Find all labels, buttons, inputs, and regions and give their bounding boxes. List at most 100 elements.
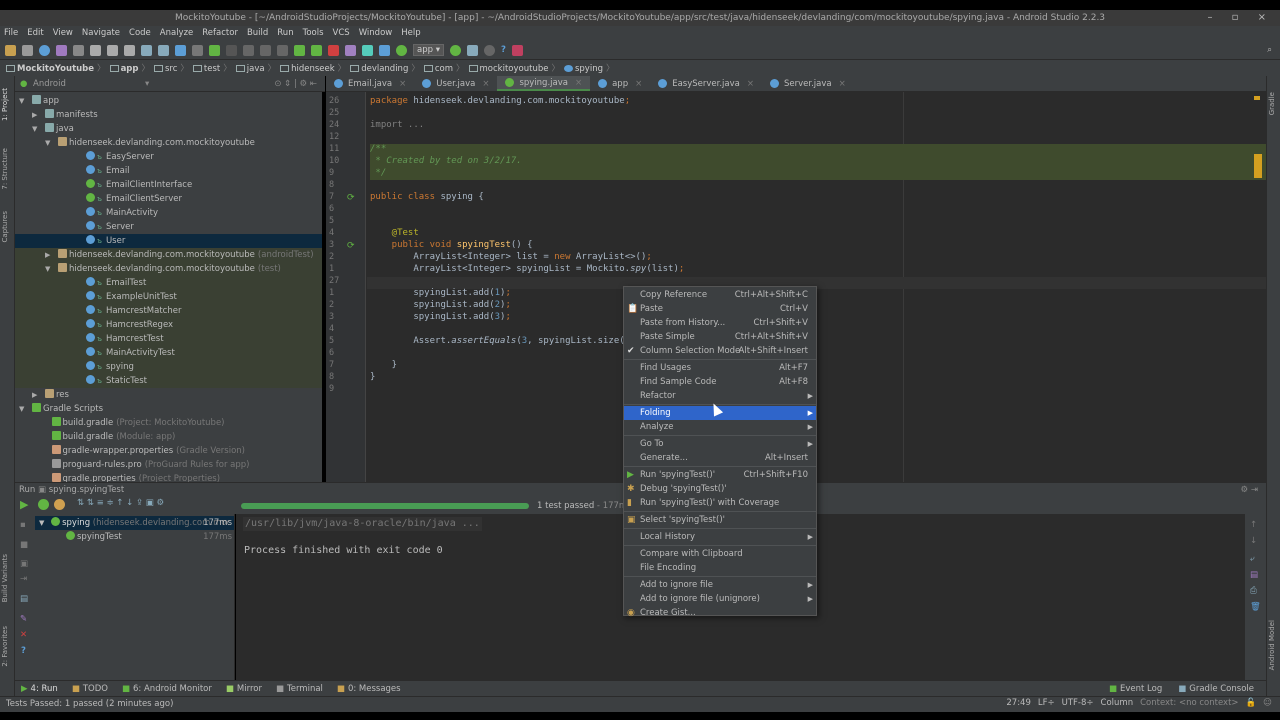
- paste-icon[interactable]: [124, 44, 135, 56]
- tree-item[interactable]: gradle.properties (Project Properties): [15, 472, 322, 482]
- line-separator[interactable]: LF÷: [1038, 696, 1055, 712]
- context-menu-item[interactable]: Analyze ▶: [624, 420, 816, 434]
- tool-favorites[interactable]: 2: Favorites: [1, 626, 9, 667]
- tree-item[interactable]: ▶ hidenseek.devlanding.com.mockitoyoutube…: [15, 248, 322, 262]
- down-icon[interactable]: ↓: [1250, 536, 1257, 546]
- context-menu-item[interactable]: Generate... Alt+Insert: [624, 451, 816, 465]
- print-icon[interactable]: ⎙: [1250, 586, 1257, 596]
- context-menu-item[interactable]: Paste Simple Ctrl+Alt+Shift+V: [624, 330, 816, 344]
- tree-item[interactable]: ъ Email: [15, 164, 322, 178]
- tree-item[interactable]: ъ EmailTest: [15, 276, 322, 290]
- context-menu-item[interactable]: Local History ▶: [624, 530, 816, 544]
- breadcrumb-item[interactable]: java: [235, 62, 276, 74]
- run-gutter-icon[interactable]: ⟳: [347, 193, 355, 203]
- rerun-icon[interactable]: ▶: [20, 498, 28, 511]
- show-passed-icon[interactable]: [38, 499, 49, 510]
- close-tab-icon[interactable]: ×: [635, 76, 642, 92]
- breadcrumb-item[interactable]: src: [153, 62, 189, 74]
- selection-mode[interactable]: Column: [1101, 696, 1134, 712]
- context-menu-item[interactable]: Copy Reference Ctrl+Alt+Shift+C: [624, 288, 816, 302]
- close-tab-icon[interactable]: ×: [482, 76, 489, 92]
- menu-help[interactable]: Help: [401, 26, 420, 41]
- close-tab-icon[interactable]: ×: [839, 76, 846, 92]
- tool-gradle[interactable]: Gradle: [1268, 92, 1276, 115]
- bottom-tab-run[interactable]: ▶ 4: Run: [21, 684, 58, 694]
- layout-icon[interactable]: ▤: [20, 594, 28, 604]
- bottom-tab-mirror[interactable]: ■ Mirror: [226, 684, 262, 694]
- context-menu-item[interactable]: Add to ignore file (unignore) ▶: [624, 592, 816, 606]
- pin-tab-icon[interactable]: ✎: [20, 614, 27, 624]
- close-icon[interactable]: ✕: [20, 630, 27, 640]
- context-menu-item[interactable]: ✱ Debug 'spyingTest()': [624, 482, 816, 496]
- module-selector[interactable]: app ▾: [413, 44, 444, 56]
- event-log-tab[interactable]: ■ Event Log: [1109, 684, 1162, 694]
- tree-item[interactable]: ъ MainActivityTest: [15, 346, 322, 360]
- tool-captures[interactable]: Captures: [1, 211, 9, 242]
- context-menu-item[interactable]: File Encoding: [624, 561, 816, 575]
- expand-arrow-icon[interactable]: ▼: [45, 136, 50, 150]
- close-tab-icon[interactable]: ×: [575, 75, 582, 91]
- tree-item[interactable]: ъ ExampleUnitTest: [15, 290, 322, 304]
- expand-arrow-icon[interactable]: ▼: [39, 519, 44, 527]
- clear-icon[interactable]: 🗑: [1250, 602, 1261, 612]
- sync-icon[interactable]: [39, 44, 50, 56]
- tab-user-java[interactable]: User.java ×: [414, 76, 497, 91]
- expand-arrow-icon[interactable]: ▼: [45, 262, 50, 276]
- tree-item[interactable]: ъ MainActivity: [15, 206, 322, 220]
- bottom-tab-todo[interactable]: ■ TODO: [72, 684, 108, 694]
- tree-item[interactable]: build.gradle (Project: MockitoYoutube): [15, 416, 322, 430]
- pin-icon[interactable]: ▪: [20, 520, 26, 530]
- help-icon[interactable]: ?: [501, 45, 506, 55]
- android-device-icon[interactable]: [511, 44, 523, 56]
- breadcrumb-item[interactable]: hidenseek: [280, 62, 346, 74]
- breadcrumb-item[interactable]: test: [192, 62, 232, 74]
- warning-marker[interactable]: [1254, 96, 1260, 100]
- tree-item[interactable]: ъ HamcrestTest: [15, 332, 322, 346]
- breadcrumb-item[interactable]: app: [109, 62, 150, 74]
- menu-build[interactable]: Build: [247, 26, 268, 41]
- tree-item[interactable]: ъ HamcrestRegex: [15, 318, 322, 332]
- soft-wrap-icon[interactable]: ⤶: [1250, 554, 1255, 564]
- project-view-actions[interactable]: ⊙ ⇕ | ⚙ ⇤: [274, 76, 317, 92]
- tree-item[interactable]: ъ Server: [15, 220, 322, 234]
- menu-vcs[interactable]: VCS: [333, 26, 350, 41]
- save-icon[interactable]: [22, 44, 33, 56]
- dump-threads-icon[interactable]: ▣: [20, 559, 28, 569]
- project-structure-icon[interactable]: [379, 44, 390, 56]
- run-config-dropdown-icon[interactable]: [226, 44, 237, 56]
- context-menu-item[interactable]: Paste from History... Ctrl+Shift+V: [624, 316, 816, 330]
- run-icon[interactable]: [243, 44, 254, 56]
- context-menu-item[interactable]: ▮ Run 'spyingTest()' with Coverage: [624, 496, 816, 510]
- back-icon[interactable]: [175, 44, 186, 56]
- stop-icon[interactable]: ■: [20, 540, 28, 550]
- tab-app[interactable]: app ×: [590, 76, 650, 91]
- close-tab-icon[interactable]: ×: [747, 76, 754, 92]
- menu-code[interactable]: Code: [129, 26, 151, 41]
- project-view-selector[interactable]: ● Android ▾ ⊙ ⇕ | ⚙ ⇤: [15, 76, 325, 92]
- window-controls[interactable]: – ▫ ×: [1207, 10, 1274, 26]
- tab-server-java[interactable]: Server.java ×: [762, 76, 854, 91]
- tool-structure[interactable]: 7: Structure: [1, 148, 9, 190]
- bottom-tab-messages[interactable]: ■ 0: Messages: [337, 684, 401, 694]
- sdk-icon[interactable]: [362, 44, 373, 56]
- tree-item[interactable]: ▶ res: [15, 388, 322, 402]
- error-stripe-marker[interactable]: [1254, 154, 1262, 178]
- tab-spying-java[interactable]: spying.java ×: [497, 75, 591, 91]
- menu-tools[interactable]: Tools: [303, 26, 324, 41]
- expand-arrow-icon[interactable]: ▼: [32, 122, 37, 136]
- tree-item[interactable]: ▼ app: [15, 94, 322, 108]
- context-menu-item[interactable]: ▶ Run 'spyingTest()' Ctrl+Shift+F10: [624, 468, 816, 482]
- context-menu-item[interactable]: 📋 Paste Ctrl+V: [624, 302, 816, 316]
- android-icon[interactable]: [396, 44, 407, 56]
- collapse-arrow-icon[interactable]: ▶: [45, 248, 50, 262]
- breadcrumb-item[interactable]: devlanding: [350, 62, 420, 74]
- collapse-arrow-icon[interactable]: ▶: [32, 388, 37, 402]
- show-ignored-icon[interactable]: [54, 499, 65, 510]
- tree-item[interactable]: ъ EmailClientInterface: [15, 178, 322, 192]
- exit-icon[interactable]: ⇥: [20, 574, 27, 584]
- tree-item[interactable]: gradle-wrapper.properties (Gradle Version…: [15, 444, 322, 458]
- run-gutter-icon[interactable]: ⟳: [347, 241, 355, 251]
- scroll-end-icon[interactable]: ▤: [1250, 570, 1258, 580]
- tree-item[interactable]: ъ EasyServer: [15, 150, 322, 164]
- tree-item[interactable]: ▼ hidenseek.devlanding.com.mockitoyoutube: [15, 136, 322, 150]
